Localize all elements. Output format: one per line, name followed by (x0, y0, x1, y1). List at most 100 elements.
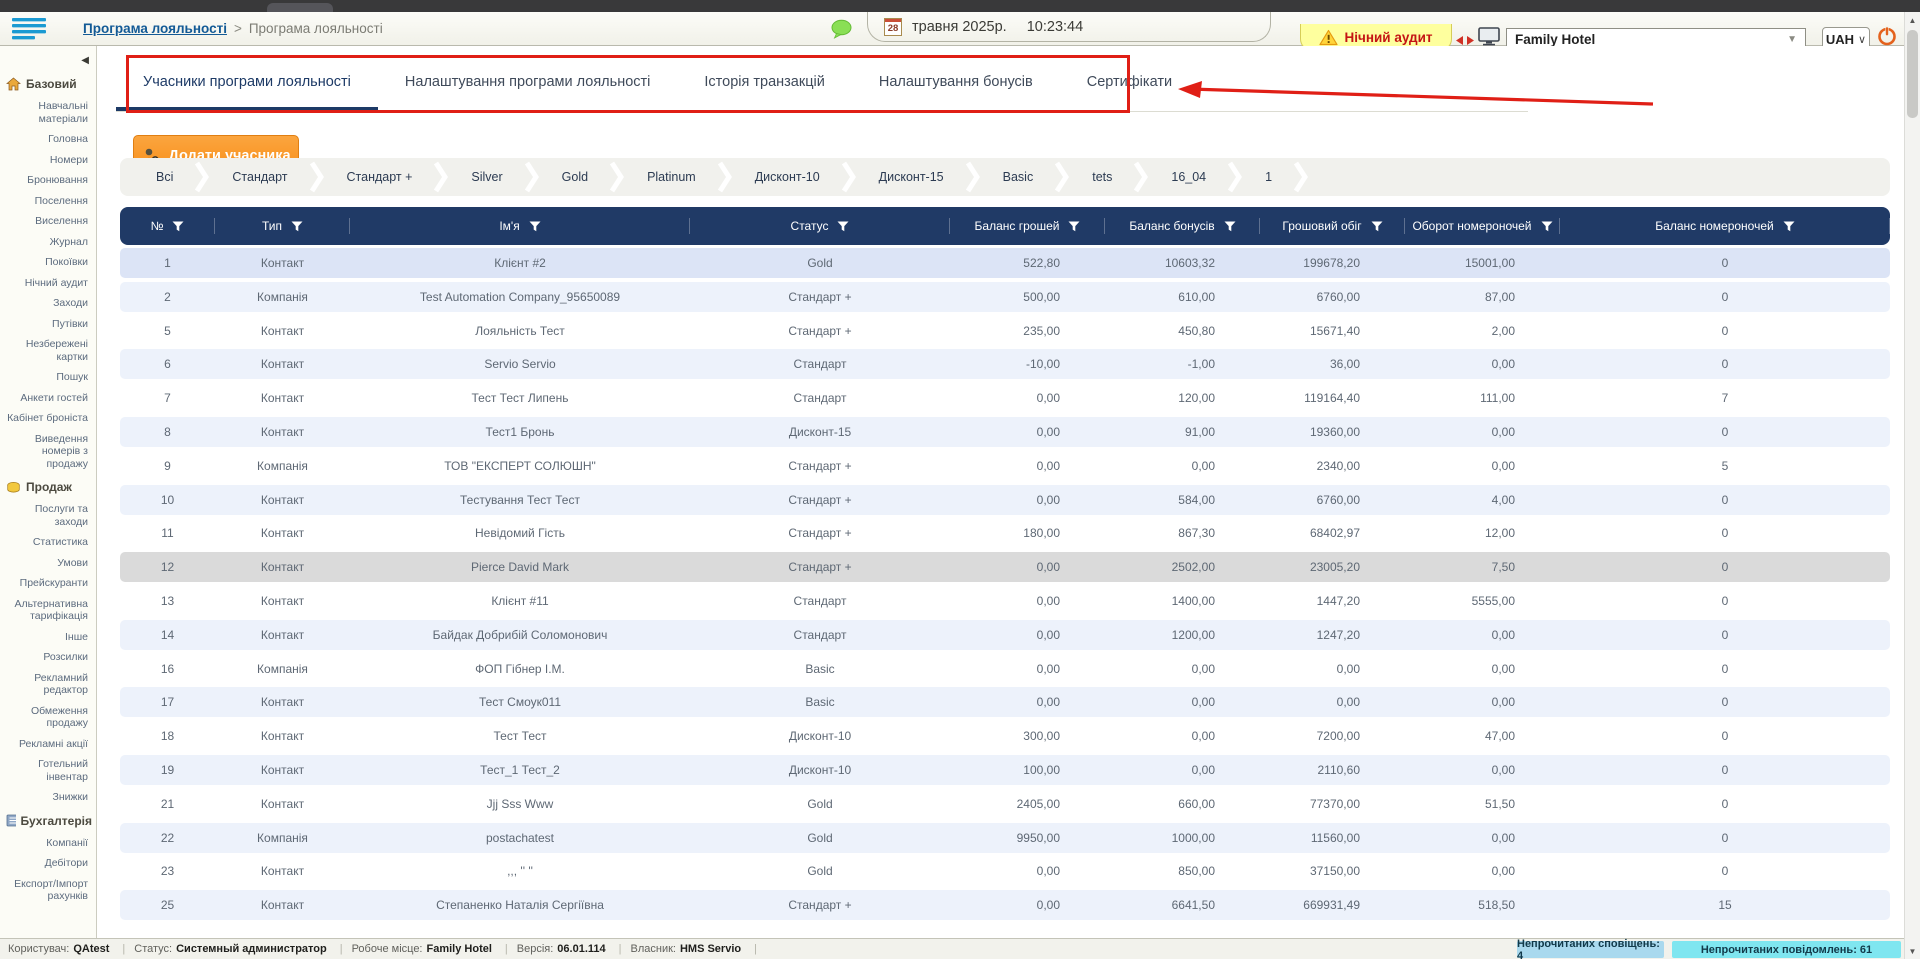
table-row[interactable]: 12 Контакт Pierce David Mark Стандарт + … (120, 552, 1890, 582)
sidebar-item[interactable]: Експорт/Імпорт рахунків (0, 874, 96, 907)
table-row[interactable]: 6 Контакт Servio Servio Стандарт -10,00 … (120, 349, 1890, 379)
filter-chip[interactable]: 16_04 (1149, 170, 1228, 184)
table-row[interactable]: 2 Компанія Test Automation Company_95650… (120, 282, 1890, 312)
filter-chip[interactable]: Дисконт-15 (857, 170, 966, 184)
sidebar-item[interactable]: Виселення (0, 211, 96, 232)
sidebar-item[interactable]: Умови (0, 553, 96, 574)
sidebar-item[interactable]: Рекламні акції (0, 734, 96, 755)
filter-chip[interactable]: Basic (981, 170, 1056, 184)
sidebar-item[interactable]: Виведення номерів з продажу (0, 429, 96, 475)
table-row[interactable]: 17 Контакт Тест Смоук011 Basic 0,00 0,00… (120, 687, 1890, 717)
cell-name: Лояльність Тест (350, 324, 690, 338)
sidebar-section-sales[interactable]: Продаж (0, 474, 96, 499)
vertical-scrollbar[interactable]: ▲ ▼ (1904, 12, 1920, 959)
table-row[interactable]: 25 Контакт Степаненко Наталія Сергіївна … (120, 890, 1890, 920)
filter-chip[interactable]: Стандарт + (325, 170, 435, 184)
table-row[interactable]: 8 Контакт Тест1 Бронь Дисконт-15 0,00 91… (120, 417, 1890, 447)
sidebar-item[interactable]: Розсилки (0, 647, 96, 668)
scroll-up-arrow[interactable]: ▲ (1905, 12, 1920, 28)
sidebar-item[interactable]: Прейскуранти (0, 573, 96, 594)
breadcrumb-root-link[interactable]: Програма лояльності (83, 21, 227, 36)
filter-chip[interactable]: tets (1070, 170, 1134, 184)
sidebar-item[interactable]: Обмеження продажу (0, 701, 96, 734)
unread-notifications-badge[interactable]: Непрочитаних сповіщень: 4 (1517, 941, 1664, 958)
table-row[interactable]: 5 Контакт Лояльність Тест Стандарт + 235… (120, 316, 1890, 346)
table-row[interactable]: 14 Контакт Байдак Добрибій Соломонович С… (120, 620, 1890, 650)
sidebar-item[interactable]: Пошук (0, 367, 96, 388)
filter-funnel-icon[interactable] (291, 221, 303, 232)
filter-chip[interactable]: Gold (540, 170, 610, 184)
sidebar-item[interactable]: Путівки (0, 314, 96, 335)
sidebar-section-basic[interactable]: Базовий (0, 71, 96, 96)
sidebar-item[interactable]: Статистика (0, 532, 96, 553)
sidebar-item[interactable]: Інше (0, 627, 96, 648)
sidebar-item[interactable]: Заходи (0, 293, 96, 314)
tab[interactable]: Налаштування бонусів (852, 56, 1060, 111)
sidebar-item[interactable]: Журнал (0, 232, 96, 253)
sidebar-item[interactable]: Кабінет броніста (0, 408, 96, 429)
filter-funnel-icon[interactable] (172, 221, 184, 232)
sidebar-item[interactable]: Послуги та заходи (0, 499, 96, 532)
cell-money-balance: 100,00 (950, 763, 1105, 777)
cell-nights-turnover: 0,00 (1405, 662, 1560, 676)
sidebar-collapse-icon[interactable]: ◀ (81, 55, 89, 66)
table-row[interactable]: 18 Контакт Тест Тест Дисконт-10 300,00 0… (120, 721, 1890, 751)
calendar-icon[interactable]: 28 (884, 18, 902, 36)
sidebar-item[interactable]: Дебітори (0, 853, 96, 874)
scrollbar-thumb[interactable] (1907, 30, 1918, 118)
table-row[interactable]: 23 Контакт ,,, '' '' Gold 0,00 850,00 37… (120, 856, 1890, 886)
tab[interactable]: Учасники програми лояльності (116, 56, 378, 111)
cell-nights-turnover: 51,50 (1405, 797, 1560, 811)
filter-chip[interactable]: Silver (449, 170, 524, 184)
sidebar-item[interactable]: Покоївки (0, 252, 96, 273)
filter-funnel-icon[interactable] (1068, 221, 1080, 232)
table-row[interactable]: 19 Контакт Тест_1 Тест_2 Дисконт-10 100,… (120, 755, 1890, 785)
sidebar-item[interactable]: Навчальні матеріали (0, 96, 96, 129)
filter-funnel-icon[interactable] (1224, 221, 1236, 232)
filter-funnel-icon[interactable] (1371, 221, 1383, 232)
table-row[interactable]: 13 Контакт Клієнт #11 Стандарт 0,00 1400… (120, 586, 1890, 616)
filter-funnel-icon[interactable] (1783, 221, 1795, 232)
filter-funnel-icon[interactable] (837, 221, 849, 232)
cell-status: Стандарт + (690, 560, 950, 574)
sidebar-item[interactable]: Анкети гостей (0, 388, 96, 409)
sidebar-item[interactable]: Готельний інвентар (0, 754, 96, 787)
sidebar-item[interactable]: Нічний аудит (0, 273, 96, 294)
filter-funnel-icon[interactable] (1541, 221, 1553, 232)
table-row[interactable]: 11 Контакт Невідомий Гість Стандарт + 18… (120, 518, 1890, 548)
unread-messages-badge[interactable]: Непрочитаних повідомлень: 61 (1672, 941, 1901, 958)
filter-chip[interactable]: Дисконт-10 (733, 170, 842, 184)
tab[interactable]: Історія транзакцій (677, 56, 851, 111)
sidebar-item[interactable]: Незбережені картки (0, 334, 96, 367)
sidebar-item[interactable]: Головна (0, 129, 96, 150)
filter-chip[interactable]: Platinum (625, 170, 718, 184)
filter-funnel-icon[interactable] (529, 221, 541, 232)
tab[interactable]: Налаштування програми лояльності (378, 56, 677, 111)
table-row[interactable]: 9 Компанія ТОВ "ЕКСПЕРТ СОЛЮШН" Стандарт… (120, 451, 1890, 481)
cell-nights-balance: 0 (1560, 357, 1890, 371)
menu-icon[interactable] (12, 18, 46, 45)
ledger-icon (6, 814, 16, 827)
sidebar-item[interactable]: Альтернативна тарифікація (0, 594, 96, 627)
tab[interactable]: Сертифікати (1060, 56, 1199, 111)
cell-money-turnover: 0,00 (1260, 662, 1405, 676)
table-row[interactable]: 10 Контакт Тестування Тест Тест Стандарт… (120, 485, 1890, 515)
sidebar-item[interactable]: Компанії (0, 833, 96, 854)
table-row[interactable]: 1 Контакт Клієнт #2 Gold 522,80 10603,32… (120, 248, 1890, 278)
chat-bubble-icon[interactable] (830, 19, 853, 44)
filter-chip[interactable]: Всі (134, 170, 195, 184)
table-row[interactable]: 16 Компанія ФОП Гібнер І.М. Basic 0,00 0… (120, 654, 1890, 684)
table-row[interactable]: 22 Компанія postachatest Gold 9950,00 10… (120, 823, 1890, 853)
filter-chip[interactable]: Стандарт (210, 170, 309, 184)
table-row[interactable]: 7 Контакт Тест Тест Липень Стандарт 0,00… (120, 383, 1890, 413)
scroll-down-arrow[interactable]: ▼ (1905, 943, 1920, 959)
sidebar-item[interactable]: Бронювання (0, 170, 96, 191)
sidebar-section-accounting[interactable]: Бухгалтерія (0, 808, 96, 833)
sidebar-item[interactable]: Рекламний редактор (0, 668, 96, 701)
cell-bonus-balance: 1200,00 (1105, 628, 1260, 642)
filter-chip[interactable]: 1 (1243, 170, 1294, 184)
table-row[interactable]: 21 Контакт Jjj Sss Www Gold 2405,00 660,… (120, 789, 1890, 819)
sidebar-item[interactable]: Поселення (0, 191, 96, 212)
sidebar-item[interactable]: Знижки (0, 787, 96, 808)
sidebar-item[interactable]: Номери (0, 150, 96, 171)
